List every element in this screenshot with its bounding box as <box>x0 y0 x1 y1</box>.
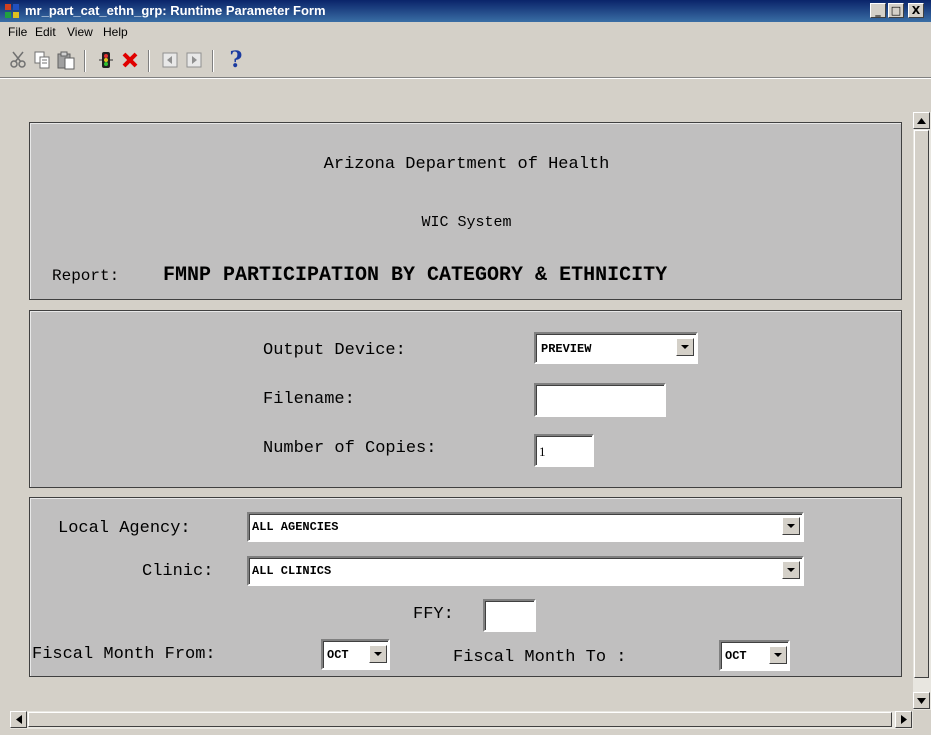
month-to-select[interactable]: OCT <box>719 640 790 671</box>
run-icon[interactable] <box>94 48 118 72</box>
cut-icon[interactable] <box>6 48 30 72</box>
parameters-panel: Local Agency: ALL AGENCIES Clinic: ALL C… <box>29 497 902 677</box>
vertical-scroll-thumb[interactable] <box>914 130 929 678</box>
scroll-down-icon[interactable] <box>913 692 930 709</box>
next-icon[interactable] <box>182 48 206 72</box>
month-to-value: OCT <box>725 649 747 663</box>
toolbar: ? <box>0 42 931 78</box>
clinic-select[interactable]: ALL CLINICS <box>247 556 804 586</box>
chevron-down-icon[interactable] <box>782 561 800 579</box>
close-button[interactable]: X <box>908 3 924 18</box>
output-device-value: PREVIEW <box>541 342 592 356</box>
cancel-icon[interactable] <box>118 48 142 72</box>
menu-help[interactable]: Help <box>103 25 128 39</box>
chevron-down-icon[interactable] <box>676 338 694 356</box>
local-agency-label: Local Agency: <box>58 519 191 538</box>
previous-icon[interactable] <box>158 48 182 72</box>
chevron-down-icon[interactable] <box>769 646 787 664</box>
vertical-scrollbar[interactable] <box>913 112 931 710</box>
chevron-down-icon[interactable] <box>782 517 800 535</box>
copy-icon[interactable] <box>30 48 54 72</box>
month-from-select[interactable]: OCT <box>321 639 390 670</box>
system-title: WIC System <box>421 214 512 231</box>
maximize-button[interactable]: □ <box>888 3 904 18</box>
toolbar-separator <box>84 50 86 72</box>
filename-label: Filename: <box>263 390 355 409</box>
copies-label: Number of Copies: <box>263 439 437 458</box>
app-icon <box>4 3 20 19</box>
month-to-label: Fiscal Month To : <box>453 648 627 667</box>
menu-edit[interactable]: Edit <box>35 25 56 39</box>
header-panel: Arizona Department of Health WIC System … <box>29 122 902 300</box>
local-agency-select[interactable]: ALL AGENCIES <box>247 512 804 542</box>
filename-field[interactable] <box>534 383 666 417</box>
toolbar-separator <box>148 50 150 72</box>
report-label: Report: <box>52 267 120 285</box>
title-bar[interactable]: mr_part_cat_ethn_grp: Runtime Parameter … <box>0 0 931 22</box>
chevron-down-icon[interactable] <box>369 645 387 663</box>
paste-icon[interactable] <box>54 48 78 72</box>
ffy-field[interactable] <box>483 599 536 632</box>
copies-value: 1 <box>539 444 546 459</box>
organization-title: Arizona Department of Health <box>323 155 610 174</box>
clinic-value: ALL CLINICS <box>252 564 332 578</box>
report-name: FMNP PARTICIPATION BY CATEGORY & ETHNICI… <box>163 264 668 287</box>
output-device-select[interactable]: PREVIEW <box>534 332 698 364</box>
scroll-right-icon[interactable] <box>895 711 912 728</box>
output-panel: Output Device: PREVIEW Filename: Number … <box>29 310 902 488</box>
scroll-up-icon[interactable] <box>913 112 930 129</box>
minimize-button[interactable]: _ <box>870 3 886 18</box>
toolbar-separator <box>212 50 214 72</box>
local-agency-value: ALL AGENCIES <box>252 520 339 534</box>
horizontal-scroll-thumb[interactable] <box>28 712 892 727</box>
month-from-label: Fiscal Month From: <box>32 645 216 664</box>
horizontal-scrollbar[interactable] <box>10 711 913 729</box>
menu-bar: File Edit View Help <box>0 22 931 42</box>
window-title: mr_part_cat_ethn_grp: Runtime Parameter … <box>25 3 326 18</box>
scroll-left-icon[interactable] <box>10 711 27 728</box>
month-from-value: OCT <box>327 648 349 662</box>
clinic-label: Clinic: <box>142 562 214 581</box>
menu-file[interactable]: File <box>8 25 27 39</box>
copies-field[interactable]: 1 <box>534 434 594 467</box>
ffy-label: FFY: <box>413 605 454 624</box>
output-device-label: Output Device: <box>263 341 406 360</box>
help-icon[interactable]: ? <box>224 47 248 73</box>
menu-view[interactable]: View <box>67 25 93 39</box>
